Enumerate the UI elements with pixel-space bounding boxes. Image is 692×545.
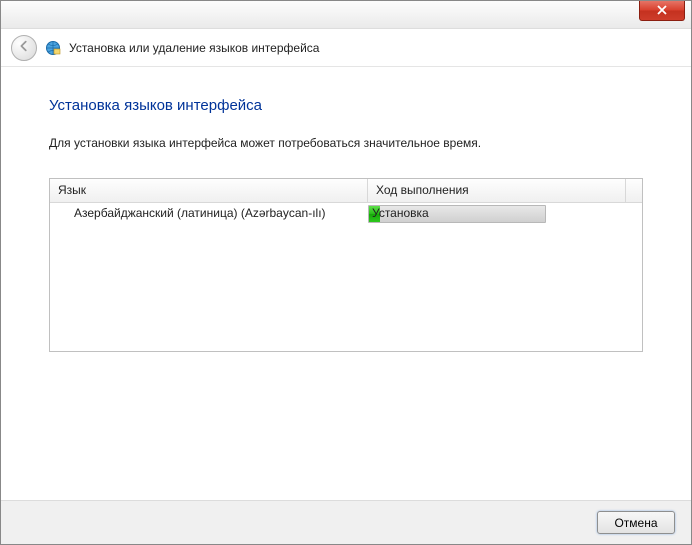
cell-progress: Установка [368,203,642,225]
column-header-progress[interactable]: Ход выполнения [368,179,626,202]
titlebar [1,1,691,29]
close-icon [657,4,667,18]
header-title: Установка или удаление языков интерфейса [69,41,319,55]
close-button[interactable] [639,1,685,21]
content-area: Установка языков интерфейса Для установк… [1,67,691,372]
back-button[interactable] [11,35,37,61]
column-spacer [626,179,642,202]
arrow-left-icon [17,39,31,56]
language-table: Язык Ход выполнения Азербайджанский (лат… [49,178,643,352]
column-header-language[interactable]: Язык [50,179,368,202]
globe-icon [45,40,61,56]
dialog-footer: Отмена [1,500,691,544]
table-header: Язык Ход выполнения [50,179,642,203]
dialog-window: Установка или удаление языков интерфейса… [0,0,692,545]
page-description: Для установки языка интерфейса может пот… [49,136,643,150]
cell-language: Азербайджанский (латиница) (Azərbaycan-ı… [50,203,368,225]
wizard-header: Установка или удаление языков интерфейса [1,29,691,67]
table-row: Азербайджанский (латиница) (Azərbaycan-ı… [50,203,642,225]
table-body: Азербайджанский (латиница) (Azərbaycan-ı… [50,203,642,351]
progress-status: Установка [372,206,429,220]
page-title: Установка языков интерфейса [49,97,643,114]
cancel-button[interactable]: Отмена [597,511,675,534]
